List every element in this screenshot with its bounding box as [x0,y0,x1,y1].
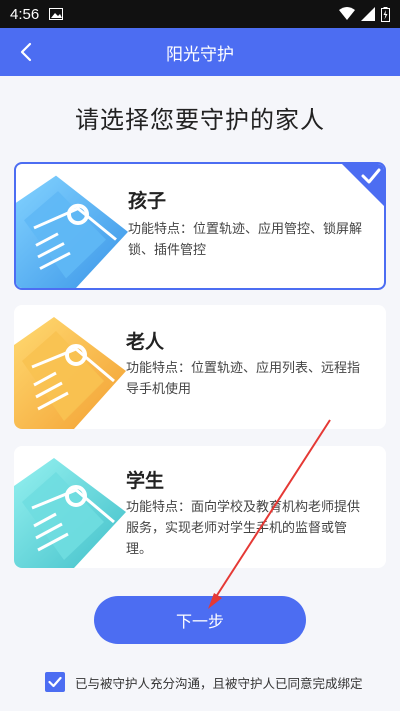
battery-icon [381,6,390,22]
option-card-child[interactable]: 孩子 功能特点：位置轨迹、应用管控、锁屏解锁、插件管控 [14,162,386,290]
option-description: 功能特点：位置轨迹、应用列表、远程指导手机使用 [126,360,361,396]
nav-bar: 阳光守护 [0,28,400,76]
checkmark-icon [48,676,62,688]
option-name: 孩子 [128,191,167,212]
elderly-card-illustration [14,317,126,429]
next-step-button[interactable]: 下一步 [94,596,306,644]
selection-heading: 请选择您要守护的家人 [75,107,325,134]
option-description: 功能特点：面向学校及教育机构老师提供服务，实现老师对学生手机的监督或管理。 [126,499,361,556]
option-description: 功能特点：位置轨迹、应用管控、锁屏解锁、插件管控 [128,221,363,257]
status-bar: 4:56 [0,0,400,28]
option-card-student[interactable]: 学生 功能特点：面向学校及教育机构老师提供服务，实现老师对学生手机的监督或管理。 [14,446,386,568]
image-icon [49,8,64,20]
signal-icon [361,7,375,21]
selected-check-icon [342,164,384,206]
status-time: 4:56 [10,5,40,23]
student-card-illustration [14,458,126,568]
chevron-left-icon [20,42,32,62]
agreement-text: 已与被守护人充分沟通，且被守护人已同意完成绑定 [75,676,363,691]
agreement-checkbox[interactable] [45,672,65,692]
option-card-elderly[interactable]: 老人 功能特点：位置轨迹、应用列表、远程指导手机使用 [14,305,386,429]
page-title: 阳光守护 [166,44,234,64]
back-button[interactable] [10,36,42,68]
agreement-row: 已与被守护人充分沟通，且被守护人已同意完成绑定 [45,672,363,692]
wifi-icon [339,7,355,20]
option-name: 学生 [126,471,165,492]
child-card-illustration [16,175,128,288]
option-name: 老人 [126,332,165,353]
